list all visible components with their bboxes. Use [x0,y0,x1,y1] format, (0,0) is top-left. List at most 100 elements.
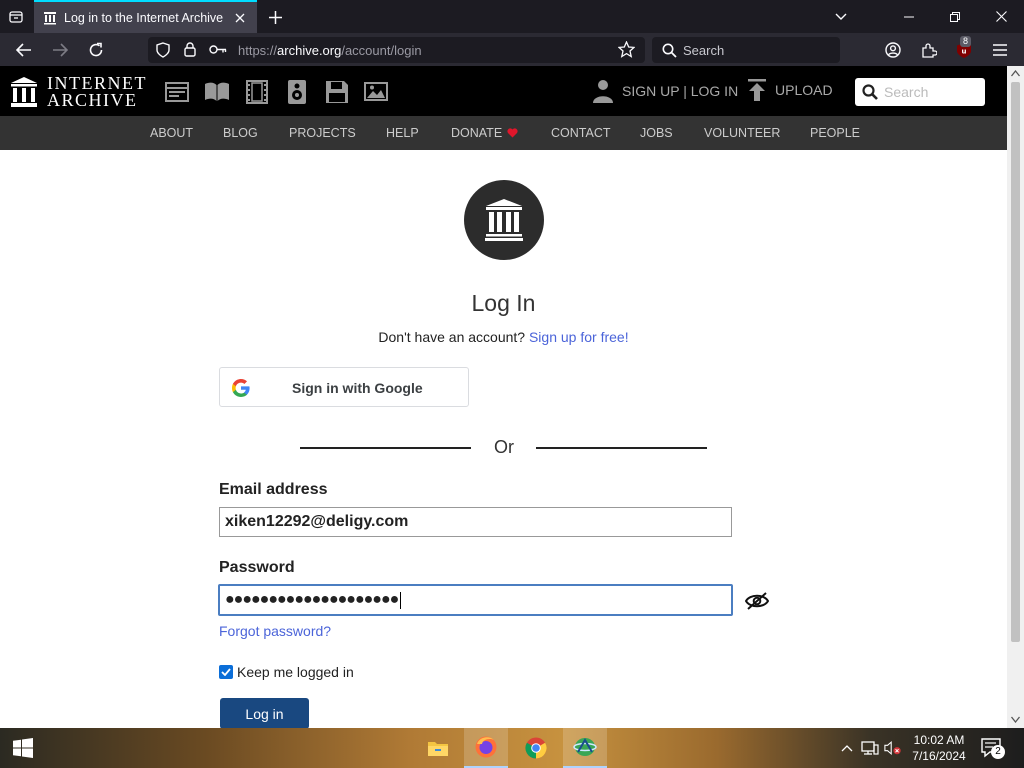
nav-projects[interactable]: PROJECTS [289,126,356,140]
texts-icon[interactable] [204,79,230,105]
restore-icon[interactable] [932,0,978,33]
show-hidden-icons-chevron-icon[interactable] [838,739,856,757]
notification-count-badge: 2 [991,745,1005,759]
lock-icon[interactable] [184,42,196,57]
close-tab-icon[interactable] [231,9,249,27]
keep-logged-in-label[interactable]: Keep me logged in [237,664,354,680]
nav-people[interactable]: PEOPLE [810,126,860,140]
minimize-icon[interactable] [886,0,932,33]
nav-contact[interactable]: CONTACT [551,126,611,140]
action-center-icon[interactable]: 2 [978,736,1008,760]
extensions-icon[interactable] [916,37,942,63]
images-icon[interactable] [364,79,390,105]
nav-help[interactable]: HELP [386,126,419,140]
windows-start-icon[interactable] [0,728,46,768]
google-signin-label: Sign in with Google [292,380,423,396]
ia-secondary-nav: ABOUT BLOG PROJECTS HELP DONATE CONTACT … [0,116,1007,150]
tab-overflow-chevron-icon[interactable] [818,0,864,33]
video-icon[interactable] [244,79,270,105]
file-explorer-icon[interactable] [416,728,460,768]
bookmark-star-icon[interactable] [618,41,635,58]
search-icon [662,43,677,58]
upload-icon [748,79,766,101]
network-app-icon[interactable] [563,728,607,768]
firefox-icon[interactable] [464,728,508,768]
audio-icon[interactable] [284,79,310,105]
page-scrollbar[interactable] [1007,66,1024,728]
page-viewport: INTERNET ARCHIVE SIGN UP | LOG IN UPLOAD… [0,66,1007,728]
svg-text:u: u [962,47,967,55]
back-icon[interactable] [11,37,37,63]
network-status-icon[interactable] [861,739,879,757]
ia-logo[interactable]: INTERNET ARCHIVE [10,74,147,110]
key-permissions-icon[interactable] [209,44,227,55]
nav-donate-label: DONATE [451,126,503,140]
nav-jobs[interactable]: JOBS [640,126,673,140]
browser-tab-strip: Log in to the Internet Archive [0,0,1024,33]
close-window-icon[interactable] [978,0,1024,33]
keep-logged-in-checkbox[interactable] [219,665,233,679]
forward-icon[interactable] [47,37,73,63]
system-clock[interactable]: 10:02 AM 7/16/2024 [904,732,974,764]
upload-link[interactable]: UPLOAD [748,79,833,101]
windows-taskbar: 10:02 AM 7/16/2024 2 [0,728,1024,768]
software-icon[interactable] [324,79,350,105]
email-value: xiken12292@deligy.com [225,513,409,530]
tracking-protection-shield-icon[interactable] [156,42,170,58]
nav-donate[interactable]: DONATE [451,126,518,140]
page-title: Log In [471,290,536,316]
ia-building-icon [485,199,523,241]
scroll-up-icon[interactable] [1011,70,1020,77]
signup-login-text: SIGN UP | LOG IN [622,83,739,99]
scroll-thumb[interactable] [1011,82,1020,642]
account-icon[interactable] [880,37,906,63]
ia-top-bar: INTERNET ARCHIVE SIGN UP | LOG IN UPLOAD… [0,66,1007,116]
tab-title: Log in to the Internet Archive [64,10,224,25]
tab-list-icon[interactable] [4,5,28,29]
nav-blog[interactable]: BLOG [223,126,258,140]
chrome-icon[interactable] [514,728,558,768]
or-divider-text: Or [494,437,514,457]
user-icon [593,80,613,103]
password-field[interactable]: ●●●●●●●●●●●●●●●●●●●● [218,584,733,616]
email-label: Email address [219,481,328,498]
browser-nav-bar: https://archive.org/account/login Search… [0,33,1024,66]
active-tab[interactable]: Log in to the Internet Archive [34,0,257,33]
ia-logo-line2: ARCHIVE [47,90,138,110]
password-value: ●●●●●●●●●●●●●●●●●●●● [225,591,399,608]
email-field[interactable]: xiken12292@deligy.com [219,507,732,537]
url-scheme: https:// [238,43,278,58]
web-search-placeholder: Search [683,43,725,58]
divider-left [300,447,471,449]
forgot-password-link[interactable]: Forgot password? [219,623,331,639]
signup-link[interactable]: Sign up for free! [529,329,629,345]
new-tab-icon[interactable] [264,6,286,28]
clock-date: 7/16/2024 [912,749,966,763]
scroll-down-icon[interactable] [1011,716,1020,723]
nav-about[interactable]: ABOUT [150,126,193,140]
ia-search-input[interactable]: Search [855,78,985,106]
reload-icon[interactable] [83,37,109,63]
upload-text: UPLOAD [775,82,833,98]
divider-right [536,447,707,449]
app-menu-icon[interactable] [987,37,1013,63]
heart-icon [507,128,518,138]
url-path: /account/login [341,43,422,58]
search-icon [862,84,878,100]
signup-prompt: Don't have an account? Sign up for free! [0,329,1007,345]
ublock-count-badge: 8 [960,36,972,47]
web-icon[interactable] [164,79,190,105]
signup-login-link[interactable]: SIGN UP | LOG IN [593,79,738,103]
web-search-box[interactable]: Search [652,37,840,63]
url-host: archive.org [277,43,342,58]
show-password-eye-icon[interactable] [745,591,769,611]
ia-search-placeholder: Search [884,84,929,100]
url-text[interactable]: https://archive.org/account/login [238,43,422,58]
google-signin-button[interactable]: Sign in with Google [219,367,469,407]
nav-volunteer[interactable]: VOLUNTEER [704,126,780,140]
checkmark-icon [221,668,231,676]
volume-muted-icon[interactable] [884,739,902,757]
url-bar[interactable]: https://archive.org/account/login [148,37,645,63]
ia-logo-text: INTERNET ARCHIVE [47,74,147,110]
login-button[interactable]: Log in [220,698,309,728]
